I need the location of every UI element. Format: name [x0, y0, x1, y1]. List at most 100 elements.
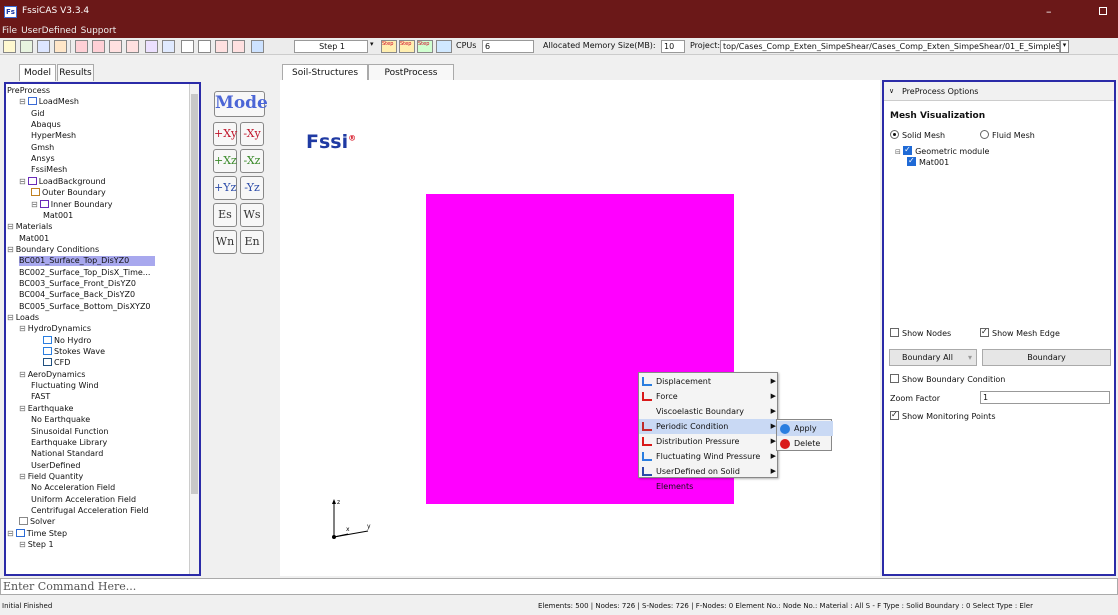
- show-mesh-edge-checkbox[interactable]: Show Mesh Edge: [980, 327, 1060, 338]
- view-button[interactable]: Es: [213, 203, 237, 227]
- tree-item[interactable]: BC005_Surface_Bottom_DisXYZ0: [19, 302, 151, 312]
- geometric-module-item[interactable]: ⊟ Geometric module: [895, 145, 989, 156]
- tree-item[interactable]: FssiMesh: [31, 165, 67, 175]
- tree-item[interactable]: Mat001: [19, 234, 49, 244]
- tree-item[interactable]: Outer Boundary: [31, 188, 106, 198]
- tree-item[interactable]: ⊟ LoadBackground: [19, 176, 106, 187]
- tree-item[interactable]: ⊟ Boundary Conditions: [7, 245, 99, 255]
- grid-2-icon[interactable]: [92, 40, 105, 53]
- tree-item[interactable]: Abaqus: [31, 120, 61, 130]
- tree-item[interactable]: ⊟ Inner Boundary: [31, 199, 112, 210]
- step-icon[interactable]: Step: [417, 40, 433, 53]
- context-menu-item[interactable]: Viscoelastic Boundary ▶: [639, 404, 779, 419]
- maximize-button[interactable]: [1099, 7, 1107, 15]
- tree-item[interactable]: ⊟ Loads: [7, 313, 39, 323]
- tree-item[interactable]: BC001_Surface_Top_DisYZ0: [19, 256, 155, 267]
- tree-item[interactable]: ⊟ Field Quantity: [19, 472, 83, 482]
- list-icon[interactable]: [162, 40, 175, 53]
- tree-item[interactable]: BC003_Surface_Front_DisYZ0: [19, 279, 136, 289]
- bp-icon[interactable]: [181, 40, 194, 53]
- expand-toggle-icon[interactable]: ⊟: [7, 313, 14, 322]
- tree-item[interactable]: Stokes Wave: [43, 347, 105, 357]
- expand-toggle-icon[interactable]: ⊟: [19, 540, 26, 549]
- grid-icon[interactable]: [75, 40, 88, 53]
- open-file-icon[interactable]: [20, 40, 33, 53]
- tree-item[interactable]: FAST: [31, 392, 50, 402]
- expand-toggle-icon[interactable]: ⊟: [7, 222, 14, 231]
- tree-item[interactable]: Gid: [31, 109, 45, 119]
- step-icon[interactable]: Step: [381, 40, 397, 53]
- tree-item[interactable]: ⊟ HydroDynamics: [19, 324, 91, 334]
- tree-item[interactable]: Sinusoidal Function: [31, 427, 109, 437]
- tree-item[interactable]: Solver: [19, 517, 55, 527]
- expand-toggle-icon[interactable]: ⊟: [19, 324, 26, 333]
- view-button[interactable]: Wn: [213, 230, 237, 254]
- color-icon[interactable]: [251, 40, 264, 53]
- 3d-viewport[interactable]: Fssi® z x y Displacement ▶ Force ▶ Viscoelas…: [280, 80, 880, 576]
- tree-item[interactable]: ⊟ LoadMesh: [19, 97, 79, 107]
- context-menu-item[interactable]: Fluctuating Wind Pressure ▶: [639, 449, 779, 464]
- context-menu-item[interactable]: Distribution Pressure ▶: [639, 434, 779, 449]
- show-nodes-checkbox[interactable]: Show Nodes: [890, 328, 951, 338]
- expand-toggle-icon[interactable]: ⊟: [19, 404, 26, 413]
- grid-3-icon[interactable]: [109, 40, 122, 53]
- tree-item[interactable]: Gmsh: [31, 143, 54, 153]
- view-button[interactable]: +Xz: [213, 149, 237, 173]
- view-button[interactable]: -Xz: [240, 149, 264, 173]
- minimize-button[interactable]: –: [1046, 5, 1052, 18]
- command-input[interactable]: Enter Command Here...: [0, 578, 1118, 595]
- context-menu-item[interactable]: Periodic Condition ▶: [639, 419, 779, 434]
- tree-item[interactable]: Fluctuating Wind: [31, 381, 99, 391]
- shape-icon[interactable]: [145, 40, 158, 53]
- context-menu-item[interactable]: Displacement ▶: [639, 374, 779, 389]
- tab-results[interactable]: Results: [57, 64, 94, 81]
- tree-item[interactable]: BC004_Surface_Back_DisYZ0: [19, 290, 135, 300]
- view-button[interactable]: +Yz: [213, 176, 237, 200]
- tree-item[interactable]: Ansys: [31, 154, 55, 164]
- tree-item[interactable]: ⊟ Materials: [7, 222, 52, 232]
- tree-item[interactable]: Mat001: [43, 211, 73, 221]
- fluid-mesh-radio[interactable]: Fluid Mesh: [980, 130, 1035, 140]
- tree-item[interactable]: ⊟ Step 1: [19, 540, 54, 550]
- tree-item[interactable]: ⊟ Earthquake: [19, 404, 73, 414]
- tree-scrollbar[interactable]: [189, 84, 199, 574]
- expand-toggle-icon[interactable]: ⊟: [7, 529, 14, 538]
- tree-item[interactable]: No Hydro: [43, 335, 91, 346]
- export-icon[interactable]: [54, 40, 67, 53]
- view-button[interactable]: -Xy: [240, 122, 264, 146]
- submenu-item[interactable]: Delete: [777, 436, 833, 451]
- view-button[interactable]: En: [240, 230, 264, 254]
- tree-item[interactable]: BC002_Surface_Top_DisX_Time...: [19, 268, 150, 278]
- mesh-2-icon[interactable]: [232, 40, 245, 53]
- memory-input[interactable]: 10: [661, 40, 685, 53]
- menu-file[interactable]: File: [0, 26, 19, 36]
- project-dropdown-icon[interactable]: ▾: [1060, 40, 1069, 53]
- menu-support[interactable]: Support: [79, 26, 119, 36]
- tree-item[interactable]: National Standard: [31, 449, 103, 459]
- tree-item[interactable]: No Acceleration Field: [31, 483, 115, 493]
- tab-model[interactable]: Model: [19, 64, 56, 81]
- tab-soil-structures[interactable]: Soil-Structures: [282, 64, 368, 81]
- step-select[interactable]: Step 1: [294, 40, 368, 53]
- view-button[interactable]: -Yz: [240, 176, 264, 200]
- expand-toggle-icon[interactable]: ⊟: [19, 177, 26, 186]
- new-file-icon[interactable]: [3, 40, 16, 53]
- bp-2-icon[interactable]: [198, 40, 211, 53]
- expand-toggle-icon[interactable]: ⊟: [7, 245, 14, 254]
- tree-item[interactable]: ⊟ Time Step: [7, 528, 67, 539]
- project-path-input[interactable]: top/Cases_Comp_Exten_SimpeShear/Cases_Co…: [720, 40, 1060, 53]
- save-icon[interactable]: [37, 40, 50, 53]
- mat001-item[interactable]: Mat001: [907, 156, 949, 167]
- solid-mesh-radio[interactable]: Solid Mesh: [890, 130, 945, 140]
- tree-item[interactable]: CFD: [43, 358, 70, 368]
- grid-4-icon[interactable]: [126, 40, 139, 53]
- tree-item[interactable]: No Earthquake: [31, 415, 90, 425]
- expand-toggle-icon[interactable]: ⊟: [31, 200, 38, 209]
- tree-item[interactable]: PreProcess: [7, 86, 50, 96]
- panel-header[interactable]: ∨ PreProcess Options: [884, 82, 1114, 101]
- tree-item[interactable]: Uniform Acceleration Field: [31, 495, 136, 505]
- boundary-all-select[interactable]: Boundary All ▾: [889, 349, 977, 366]
- tree-item[interactable]: Earthquake Library: [31, 438, 107, 448]
- tree-item[interactable]: ⊟ AeroDynamics: [19, 370, 85, 380]
- boundary-button[interactable]: Boundary: [982, 349, 1111, 366]
